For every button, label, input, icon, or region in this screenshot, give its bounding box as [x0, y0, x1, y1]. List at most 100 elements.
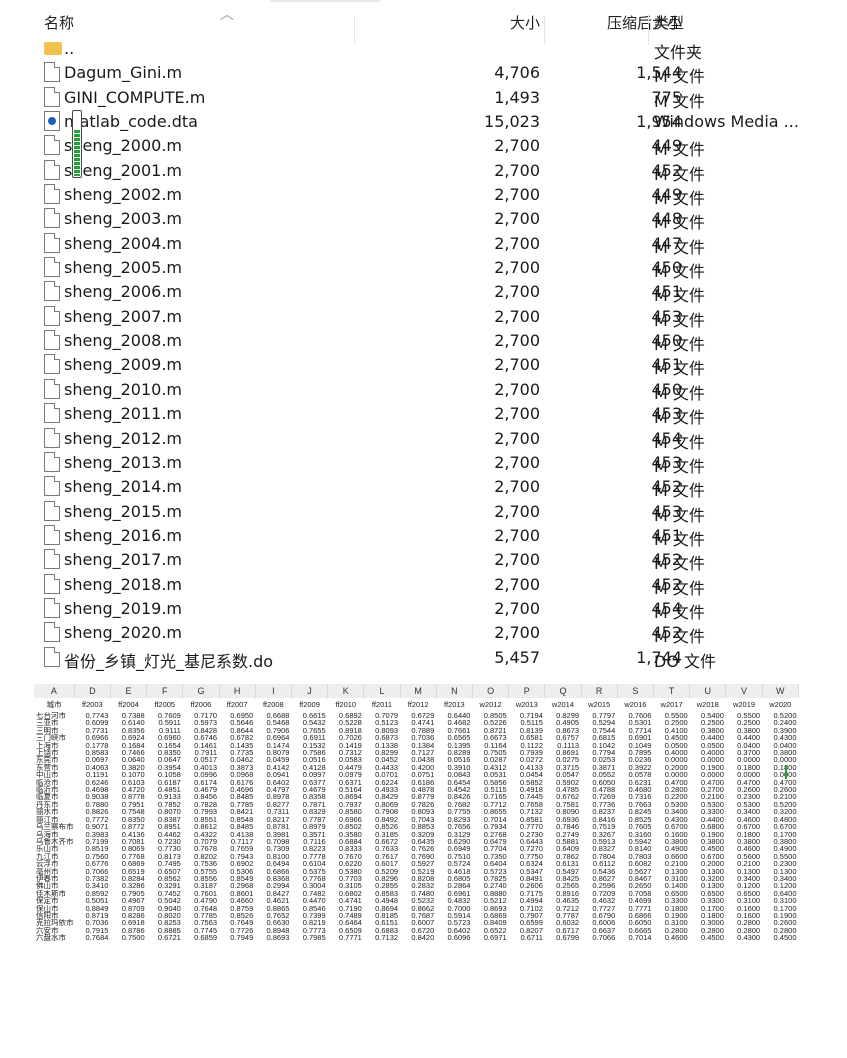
value-cell[interactable]: 0.1600	[726, 912, 762, 919]
value-cell[interactable]: 0.8428	[183, 727, 219, 734]
value-cell[interactable]: 0.4994	[509, 897, 545, 904]
value-cell[interactable]: 0.5852	[509, 779, 545, 786]
value-cell[interactable]: 0.6971	[472, 934, 508, 941]
value-cell[interactable]: 0.7500	[110, 934, 146, 941]
value-cell[interactable]: 0.8526	[219, 912, 255, 919]
value-cell[interactable]: 0.1684	[110, 742, 146, 749]
value-cell[interactable]: 0.8420	[400, 934, 436, 941]
value-cell[interactable]: 0.2600	[726, 786, 762, 793]
value-cell[interactable]: 0.6615	[291, 712, 327, 719]
field-name-cell[interactable]: w2013	[509, 698, 545, 712]
value-cell[interactable]: 0.6918	[110, 919, 146, 926]
value-cell[interactable]: 0.7132	[364, 934, 400, 941]
value-cell[interactable]: 0.8526	[364, 823, 400, 830]
value-cell[interactable]: 0.6599	[509, 919, 545, 926]
value-cell[interactable]: 0.7862	[545, 853, 581, 860]
value-cell[interactable]: 0.5913	[581, 838, 617, 845]
value-cell[interactable]: 0.6924	[110, 734, 146, 741]
value-cell[interactable]: 0.6637	[581, 927, 617, 934]
value-cell[interactable]: 0.0000	[726, 756, 762, 763]
value-cell[interactable]: 0.3800	[726, 727, 762, 734]
column-letter-header[interactable]: A	[34, 684, 75, 698]
value-cell[interactable]: 0.9038	[74, 793, 110, 800]
value-cell[interactable]: 0.6790	[581, 912, 617, 919]
field-name-cell[interactable]: ff2003	[74, 698, 110, 712]
value-cell[interactable]: 0.8289	[436, 749, 472, 756]
value-cell[interactable]: 0.3922	[617, 764, 653, 771]
value-cell[interactable]: 0.0500	[690, 742, 726, 749]
value-cell[interactable]: 0.2832	[400, 882, 436, 889]
value-cell[interactable]: 0.7548	[110, 808, 146, 815]
value-cell[interactable]: 0.1419	[328, 742, 364, 749]
value-cell[interactable]: 0.5600	[726, 853, 762, 860]
value-cell[interactable]: 0.6869	[472, 912, 508, 919]
value-cell[interactable]: 0.4900	[653, 845, 689, 852]
value-cell[interactable]: 0.4542	[436, 786, 472, 793]
value-cell[interactable]: 0.6565	[436, 734, 472, 741]
value-cell[interactable]: 0.7309	[255, 845, 291, 852]
column-letter-header[interactable]: O	[472, 684, 510, 698]
value-cell[interactable]: 0.1600	[726, 905, 762, 912]
value-cell[interactable]: 0.7846	[545, 823, 581, 830]
value-cell[interactable]: 0.5226	[472, 719, 508, 726]
value-cell[interactable]: 0.7785	[183, 912, 219, 919]
value-cell[interactable]: 0.7906	[255, 727, 291, 734]
value-cell[interactable]: 0.5115	[509, 719, 545, 726]
value-cell[interactable]: 0.7212	[545, 905, 581, 912]
value-cell[interactable]: 0.3400	[762, 875, 798, 882]
value-cell[interactable]: 0.4600	[726, 816, 762, 823]
value-cell[interactable]: 0.7803	[617, 853, 653, 860]
value-cell[interactable]: 0.4200	[400, 764, 436, 771]
city-cell[interactable]: 中山市	[34, 771, 74, 778]
value-cell[interactable]: 0.6782	[219, 734, 255, 741]
value-cell[interactable]: 0.4500	[690, 934, 726, 941]
value-cell[interactable]: 0.8709	[110, 905, 146, 912]
value-cell[interactable]: 0.6400	[762, 890, 798, 897]
value-cell[interactable]: 0.5200	[762, 801, 798, 808]
value-cell[interactable]: 0.7785	[219, 801, 255, 808]
value-cell[interactable]: 0.2994	[255, 882, 291, 889]
value-cell[interactable]: 0.2800	[653, 927, 689, 934]
value-cell[interactable]: 0.8880	[472, 890, 508, 897]
value-cell[interactable]: 0.8694	[328, 793, 364, 800]
value-cell[interactable]: 0.5627	[617, 868, 653, 875]
column-letter-header[interactable]: D	[74, 684, 111, 698]
value-cell[interactable]: 0.6966	[328, 816, 364, 823]
value-cell[interactable]: 0.6901	[617, 734, 653, 741]
value-cell[interactable]: 0.0287	[472, 756, 508, 763]
value-cell[interactable]: 0.7745	[183, 927, 219, 934]
value-cell[interactable]: 0.1338	[364, 742, 400, 749]
field-name-cell[interactable]: ff2006	[183, 698, 219, 712]
value-cell[interactable]: 0.8978	[255, 793, 291, 800]
value-cell[interactable]: 0.8644	[219, 727, 255, 734]
value-cell[interactable]: 0.8329	[291, 808, 327, 815]
column-letter-header[interactable]: I	[255, 684, 292, 698]
value-cell[interactable]: 0.4832	[436, 897, 472, 904]
value-cell[interactable]: 0.7175	[509, 890, 545, 897]
value-cell[interactable]: 0.0275	[545, 756, 581, 763]
value-cell[interactable]: 0.7768	[110, 853, 146, 860]
value-cell[interactable]: 0.4797	[255, 786, 291, 793]
value-cell[interactable]: 0.4788	[581, 786, 617, 793]
value-cell[interactable]: 0.8562	[147, 875, 183, 882]
file-row[interactable]: sheng_2012.m 2,700 454 M 文件	[34, 426, 799, 452]
value-cell[interactable]: 0.4133	[509, 764, 545, 771]
value-cell[interactable]: 0.7098	[255, 838, 291, 845]
value-cell[interactable]: 0.8778	[110, 793, 146, 800]
value-cell[interactable]: 0.8592	[74, 890, 110, 897]
value-cell[interactable]: 0.4136	[110, 831, 146, 838]
value-cell[interactable]: 0.7066	[581, 934, 617, 941]
value-cell[interactable]: 0.7663	[617, 801, 653, 808]
value-cell[interactable]: 0.0000	[653, 756, 689, 763]
file-row[interactable]: sheng_2014.m 2,700 452 M 文件	[34, 474, 799, 500]
file-row[interactable]: sheng_2001.m 2,700 452 M 文件	[34, 158, 799, 184]
value-cell[interactable]: 0.5755	[183, 868, 219, 875]
file-row[interactable]: sheng_2011.m 2,700 453 M 文件	[34, 401, 799, 427]
value-cell[interactable]: 0.8020	[147, 912, 183, 919]
value-cell[interactable]: 0.1532	[291, 742, 327, 749]
value-cell[interactable]: 0.7066	[74, 868, 110, 875]
value-cell[interactable]: 0.4635	[545, 897, 581, 904]
value-cell[interactable]: 0.4700	[762, 779, 798, 786]
value-cell[interactable]: 0.0000	[726, 771, 762, 778]
value-cell[interactable]: 0.7658	[509, 801, 545, 808]
